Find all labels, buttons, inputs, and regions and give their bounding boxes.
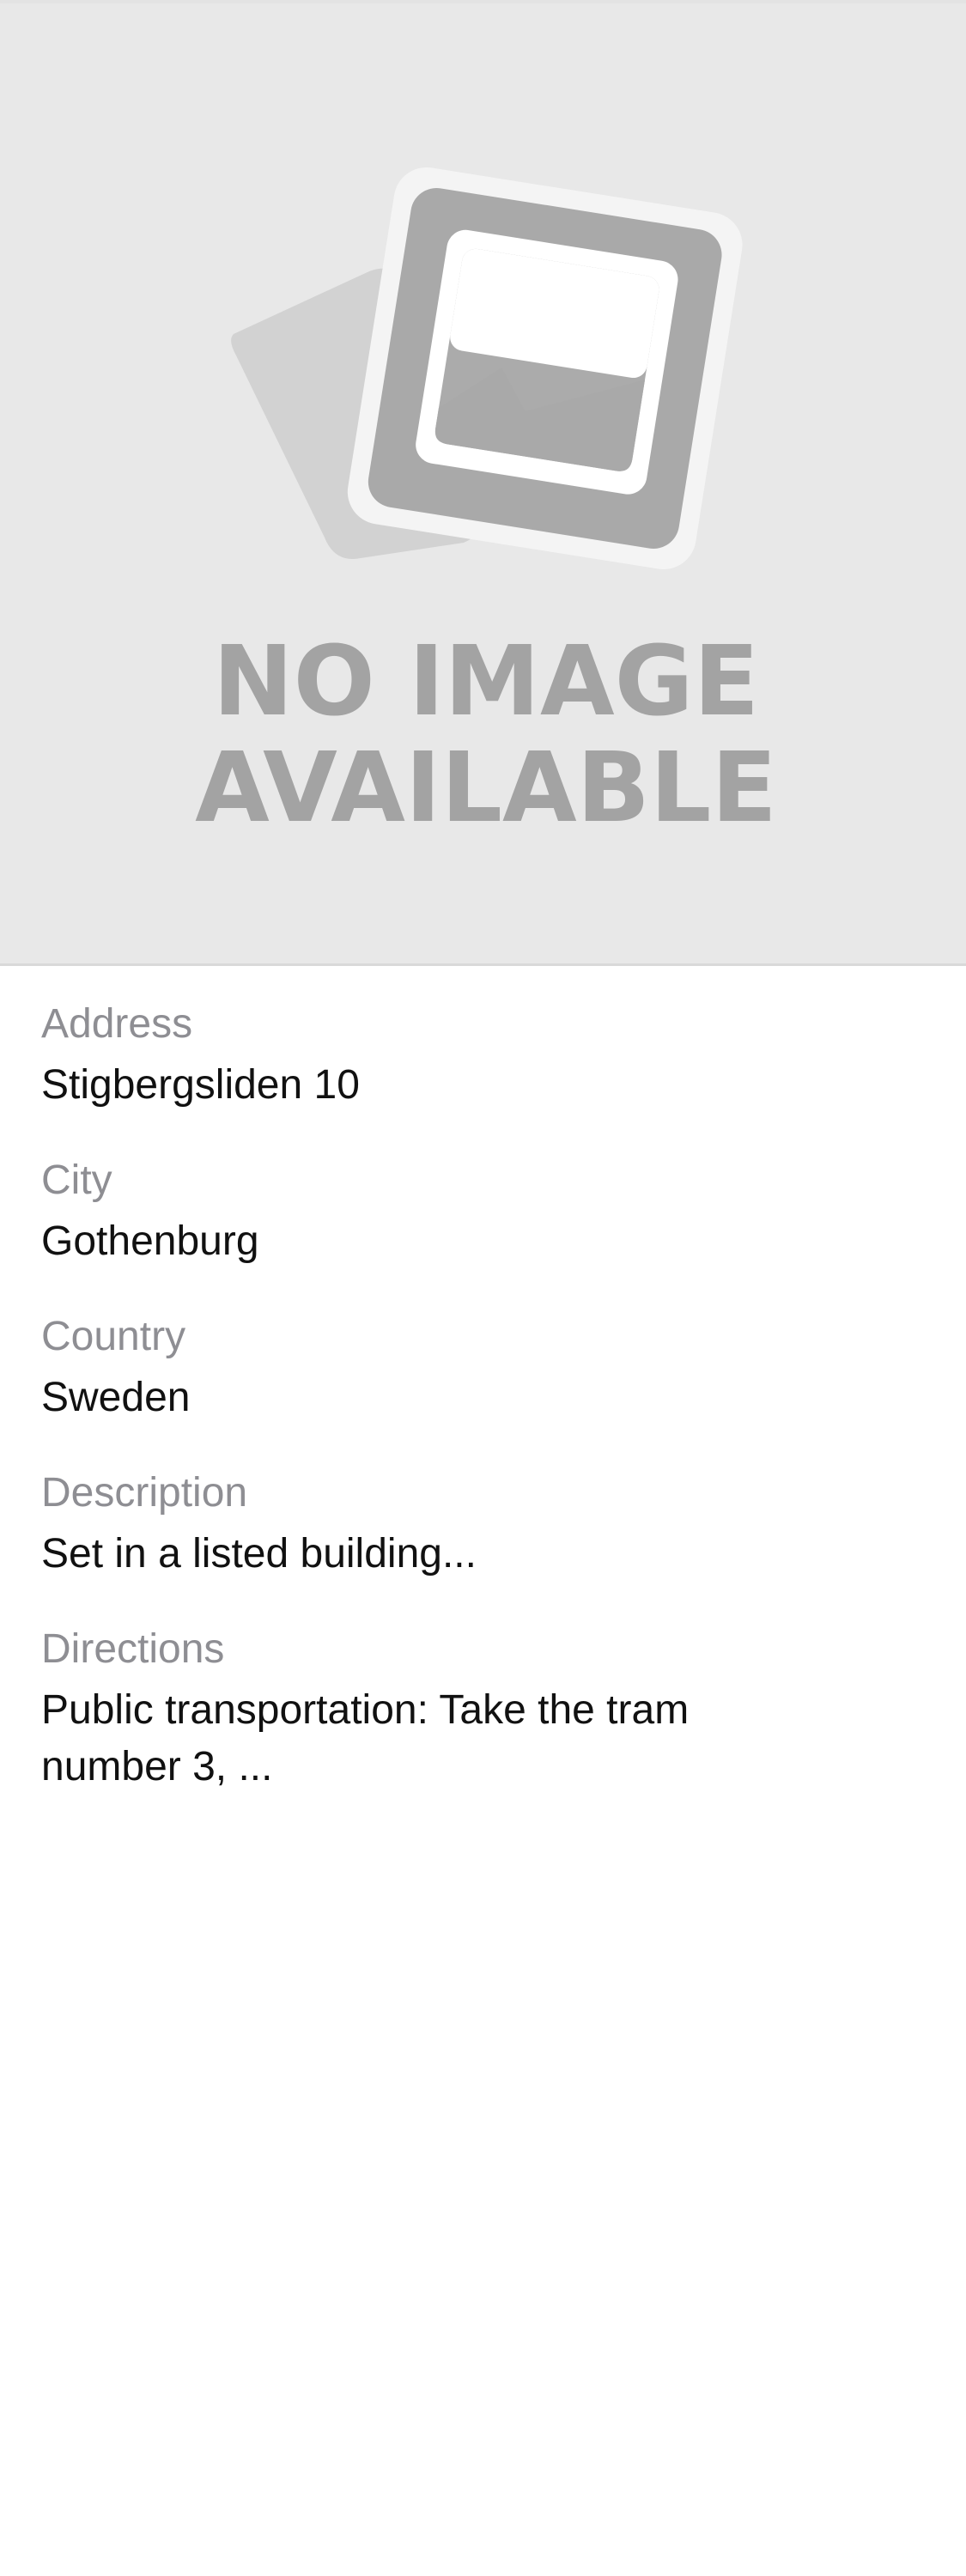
city-field: City Gothenburg: [41, 1157, 925, 1270]
city-value: Gothenburg: [41, 1218, 259, 1264]
address-label: Address: [41, 1001, 193, 1047]
placeholder-text-line1: NO IMAGE: [213, 626, 759, 738]
detail-screen: NO IMAGE AVAILABLE Address Stigbergslide…: [0, 0, 966, 2576]
address-field: Address Stigbergsliden 10: [41, 1000, 925, 1114]
city-label: City: [41, 1157, 112, 1203]
description-field: Description Set in a listed building...: [41, 1469, 925, 1583]
directions-label: Directions: [41, 1626, 225, 1672]
directions-field: Directions Public transportation: Take t…: [41, 1625, 925, 1795]
placeholder-text-line2: AVAILABLE: [195, 732, 777, 844]
details-list: Address Stigbergsliden 10 City Gothenbur…: [0, 966, 966, 1795]
address-value: Stigbergsliden 10: [41, 1062, 360, 1108]
country-label: Country: [41, 1314, 186, 1359]
description-value: Set in a listed building...: [41, 1531, 477, 1577]
directions-value: Public transportation: Take the tram num…: [41, 1687, 690, 1789]
no-image-icon: NO IMAGE AVAILABLE: [195, 167, 777, 844]
no-image-placeholder: NO IMAGE AVAILABLE: [0, 3, 966, 963]
country-field: Country Sweden: [41, 1313, 925, 1426]
country-value: Sweden: [41, 1375, 191, 1420]
description-label: Description: [41, 1470, 248, 1516]
